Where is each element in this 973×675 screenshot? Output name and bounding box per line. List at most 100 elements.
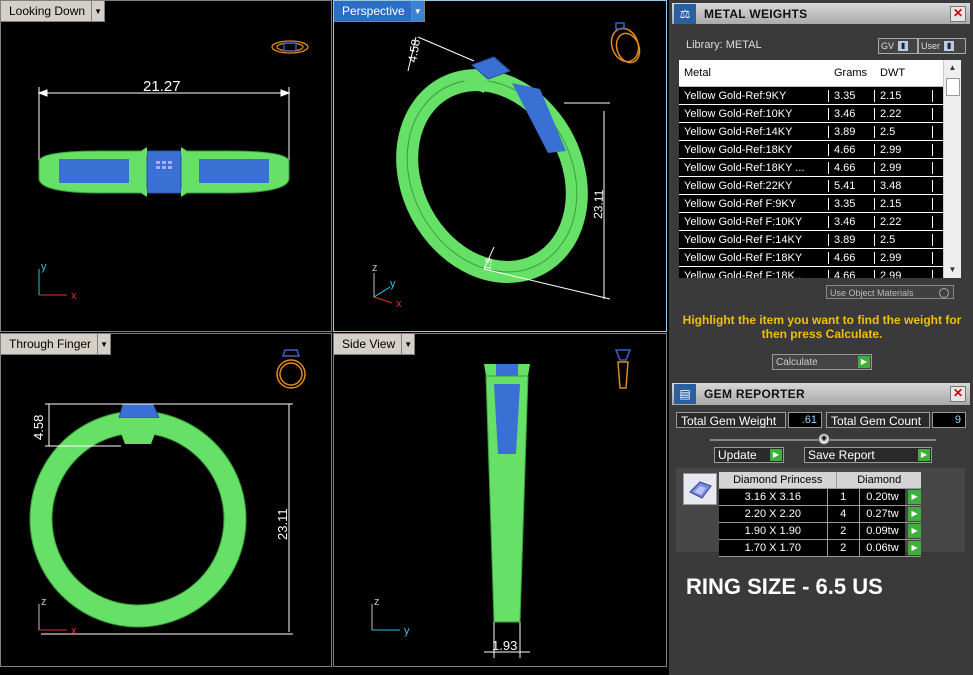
gem-cell-count: 2 xyxy=(827,540,860,556)
gv-toggle[interactable]: GV ▮ xyxy=(878,38,918,54)
gem-cell-count: 4 xyxy=(827,506,860,522)
metal-row[interactable]: Yellow Gold-Ref F:18K... 4.66 2.99 xyxy=(679,267,961,278)
gem-row: 3.16 X 3.16 1 0.20tw ▶ xyxy=(719,489,922,506)
metal-cell-dwt: 2.99 xyxy=(875,251,933,264)
gem-row: 1.90 X 1.90 2 0.09tw ▶ xyxy=(719,523,922,540)
side-view-drawing: 1.93 y z xyxy=(371,349,632,658)
metal-cell-metal: Yellow Gold-Ref:18KY ... xyxy=(679,161,829,174)
metal-cell-grams: 3.89 xyxy=(829,233,875,246)
radio-icon xyxy=(939,288,949,298)
metal-cell-grams: 5.41 xyxy=(829,179,875,192)
metal-cell-metal: Yellow Gold-Ref F:18KY xyxy=(679,251,829,264)
svg-text:z: z xyxy=(374,596,380,608)
metal-cell-metal: Yellow Gold-Ref F:10KY xyxy=(679,215,829,228)
metal-row[interactable]: Yellow Gold-Ref F:10KY 3.46 2.22 xyxy=(679,213,961,231)
metal-cell-grams: 4.66 xyxy=(829,143,875,156)
svg-text:y: y xyxy=(404,625,410,637)
select-gem-button[interactable]: ▶ xyxy=(908,524,922,538)
metal-cell-grams: 4.66 xyxy=(829,251,875,264)
dimension-head-height: 4.58 xyxy=(31,415,46,440)
svg-text:x: x xyxy=(71,290,77,302)
metal-cell-metal: Yellow Gold-Ref:14KY xyxy=(679,125,829,138)
metal-table[interactable]: Metal Grams DWT Yellow Gold-Ref:9KY 3.35 2… xyxy=(679,60,961,278)
scroll-thumb[interactable] xyxy=(946,78,960,96)
dimension-width: 21.27 xyxy=(143,78,181,95)
viewport-through-finger[interactable]: Through Finger ▼ 4.58 23.11 x z xyxy=(0,333,332,667)
metal-weights-title: METAL WEIGHTS xyxy=(704,7,808,21)
svg-text:x: x xyxy=(396,298,402,310)
report-slider-knob[interactable]: ◉ xyxy=(818,433,830,445)
ring-size-label: RING SIZE - 6.5 US xyxy=(686,574,883,599)
metal-cell-metal: Yellow Gold-Ref:18KY xyxy=(679,143,829,156)
viewport-looking-down[interactable]: Looking Down ▼ 21.27 x y xyxy=(0,0,332,332)
metal-row[interactable]: Yellow Gold-Ref:10KY 3.46 2.22 xyxy=(679,105,961,123)
metal-table-scrollbar[interactable]: ▲ ▼ xyxy=(943,60,961,278)
select-gem-button[interactable]: ▶ xyxy=(908,507,922,521)
viewport-perspective[interactable]: Perspective ▼ 4.58 23.11 1.9 x y z xyxy=(333,0,667,332)
gem-row: 1.70 X 1.70 2 0.06tw ▶ xyxy=(719,540,922,557)
metal-cell-grams: 4.66 xyxy=(829,161,875,174)
close-icon[interactable]: ✕ xyxy=(950,6,966,22)
metal-cell-grams: 3.46 xyxy=(829,107,875,120)
update-button[interactable]: Update ▶ xyxy=(714,447,784,463)
metal-row[interactable]: Yellow Gold-Ref F:18KY 4.66 2.99 xyxy=(679,249,961,267)
gem-cell-size: 2.20 X 2.20 xyxy=(719,506,828,522)
report-icon: ▤ xyxy=(674,384,696,404)
close-icon[interactable]: ✕ xyxy=(950,386,966,402)
metal-cell-dwt: 2.99 xyxy=(875,269,933,278)
metal-cell-dwt: 3.48 xyxy=(875,179,933,192)
use-object-materials-toggle[interactable]: Use Object Materials xyxy=(826,285,954,299)
gem-cell-count: 1 xyxy=(827,489,860,505)
metal-cell-dwt: 2.99 xyxy=(875,161,933,174)
perspective-drawing: 4.58 23.11 1.9 x y z xyxy=(372,22,641,310)
gem-table-header: Diamond Princess Diamond xyxy=(719,472,921,489)
select-gem-button[interactable]: ▶ xyxy=(908,490,922,504)
scroll-down-icon[interactable]: ▼ xyxy=(944,262,961,278)
metal-cell-dwt: 2.5 xyxy=(875,125,933,138)
metal-row[interactable]: Yellow Gold-Ref:18KY ... 4.66 2.99 xyxy=(679,159,961,177)
gem-reporter-title: GEM REPORTER xyxy=(704,387,805,401)
metal-row[interactable]: Yellow Gold-Ref:14KY 3.89 2.5 xyxy=(679,123,961,141)
scale-icon: ⚖ xyxy=(674,4,696,24)
gem-table: Diamond Princess Diamond 3.16 X 3.16 1 0.2… xyxy=(676,468,965,557)
metal-cell-metal: Yellow Gold-Ref F:9KY xyxy=(679,197,829,210)
gem-cell-count: 2 xyxy=(827,523,860,539)
metal-row[interactable]: Yellow Gold-Ref:18KY 4.66 2.99 xyxy=(679,141,961,159)
gem-cell-size: 3.16 X 3.16 xyxy=(719,489,828,505)
select-gem-button[interactable]: ▶ xyxy=(908,541,922,555)
metal-row[interactable]: Yellow Gold-Ref F:14KY 3.89 2.5 xyxy=(679,231,961,249)
metal-weights-panel: Library: METAL GV ▮ User ▮ Metal Grams DWT… xyxy=(672,24,970,379)
gem-cell-tw: 0.09tw xyxy=(859,523,906,539)
viewport-side-view[interactable]: Side View ▼ 1.93 y z xyxy=(333,333,667,667)
user-toggle[interactable]: User ▮ xyxy=(918,38,966,54)
gem-cell-tw: 0.06tw xyxy=(859,540,906,556)
gem-row: 2.20 X 2.20 4 0.27tw ▶ xyxy=(719,506,922,523)
save-report-button[interactable]: Save Report ▶ xyxy=(804,447,932,463)
total-gem-count-value: 9 xyxy=(932,412,966,428)
svg-text:x: x xyxy=(71,625,77,637)
metal-cell-metal: Yellow Gold-Ref:22KY xyxy=(679,179,829,192)
metal-row[interactable]: Yellow Gold-Ref:22KY 5.41 3.48 xyxy=(679,177,961,195)
calculate-button[interactable]: Calculate ▶ xyxy=(772,354,872,370)
svg-text:z: z xyxy=(372,262,378,274)
gem-reporter-panel: Total Gem Weight .61 Total Gem Count 9 ◉… xyxy=(672,406,970,675)
metal-weights-header: ⚖ METAL WEIGHTS ✕ xyxy=(672,3,970,25)
scroll-up-icon[interactable]: ▲ xyxy=(944,60,961,76)
metal-cell-grams: 3.89 xyxy=(829,125,875,138)
toggle-icon: ▮ xyxy=(944,41,955,51)
metal-cell-grams: 3.46 xyxy=(829,215,875,228)
svg-text:y: y xyxy=(41,261,47,273)
metal-row[interactable]: Yellow Gold-Ref:9KY 3.35 2.15 xyxy=(679,87,961,105)
total-gem-count-label: Total Gem Count xyxy=(826,412,930,428)
metal-cell-grams: 4.66 xyxy=(829,269,875,278)
metal-cell-dwt: 2.22 xyxy=(875,107,933,120)
metal-cell-dwt: 2.99 xyxy=(875,143,933,156)
play-icon: ▶ xyxy=(770,449,782,461)
ring-preview-icon xyxy=(610,22,641,64)
metal-row[interactable]: Yellow Gold-Ref F:9KY 3.35 2.15 xyxy=(679,195,961,213)
metal-cell-dwt: 2.15 xyxy=(875,197,933,210)
ring-preview-icon xyxy=(614,349,632,389)
metal-cell-dwt: 2.15 xyxy=(875,89,933,102)
gem-cell-tw: 0.27tw xyxy=(859,506,906,522)
metal-cell-metal: Yellow Gold-Ref:10KY xyxy=(679,107,829,120)
